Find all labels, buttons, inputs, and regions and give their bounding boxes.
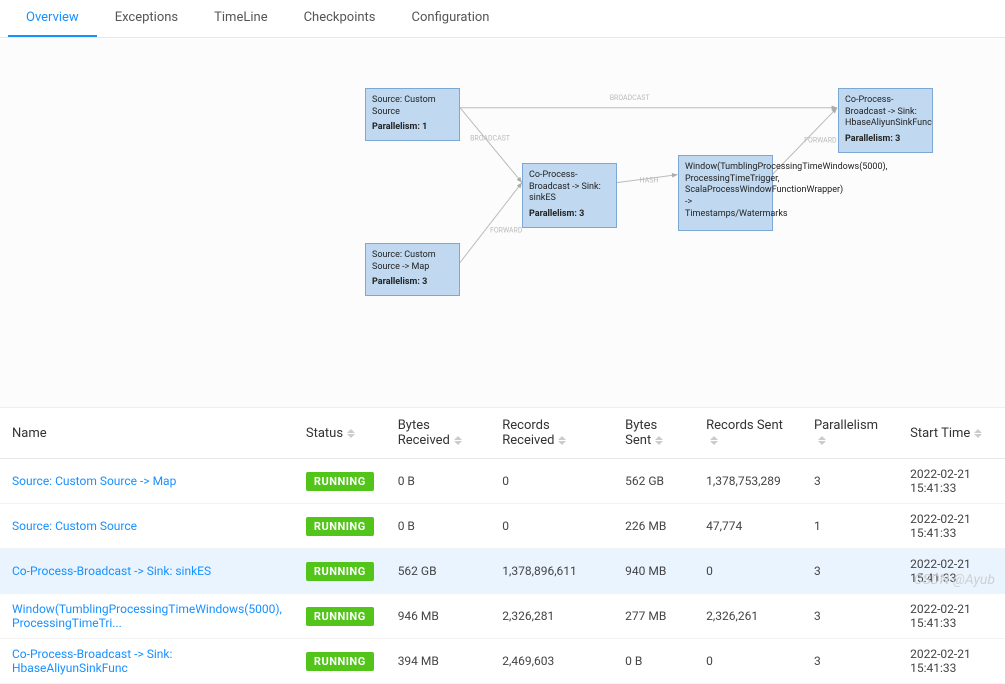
cell-start_time: 2022-02-21 15:41:33 [898, 549, 1005, 594]
graph-node[interactable]: Source: Custom Source -> Map Parallelism:… [365, 243, 460, 296]
cell-records_sent: 47,774 [694, 504, 802, 549]
status-badge: RUNNING [306, 607, 374, 626]
svg-text:BROADCAST: BROADCAST [470, 135, 510, 143]
tab-exceptions[interactable]: Exceptions [97, 0, 196, 37]
svg-text:BROADCAST: BROADCAST [610, 94, 650, 102]
cell-start_time: 2022-02-21 15:41:33 [898, 504, 1005, 549]
node-title: Window(TumblingProcessingTimeWindows(500… [685, 162, 766, 220]
sort-icon[interactable] [818, 436, 828, 445]
cell-parallelism: 3 [802, 639, 898, 684]
cell-start_time: 2022-02-21 15:41:33 [898, 639, 1005, 684]
table-row[interactable]: Source: Custom Source RUNNING 0 B0226 MB47… [0, 504, 1005, 549]
node-parallelism: Parallelism: 3 [845, 134, 926, 146]
node-title: Co-Process-Broadcast -> Sink: sinkES [529, 170, 610, 205]
node-parallelism: Parallelism: 3 [372, 277, 453, 289]
node-title: Co-Process-Broadcast -> Sink: HbaseAliyu… [845, 95, 926, 130]
sort-icon[interactable] [655, 436, 665, 445]
tab-checkpoints[interactable]: Checkpoints [286, 0, 394, 37]
cell-records_received: 2,469,603 [490, 639, 613, 684]
cell-bytes_received: 0 B [386, 459, 491, 504]
graph-node[interactable]: Window(TumblingProcessingTimeWindows(500… [678, 155, 773, 231]
col-records-sent[interactable]: Records Sent [694, 408, 802, 459]
cell-start_time: 2022-02-21 15:41:33 [898, 594, 1005, 639]
svg-text:HASH: HASH [640, 177, 659, 185]
svg-text:FORWARD: FORWARD [490, 226, 523, 234]
status-badge: RUNNING [306, 652, 374, 671]
table-row[interactable]: Co-Process-Broadcast -> Sink: sinkES RUNN… [0, 549, 1005, 594]
cell-parallelism: 1 [802, 504, 898, 549]
sort-icon[interactable] [558, 436, 568, 445]
status-badge: RUNNING [306, 472, 374, 491]
cell-records_sent: 0 [694, 549, 802, 594]
cell-bytes_sent: 226 MB [613, 504, 694, 549]
cell-records_sent: 2,326,261 [694, 594, 802, 639]
sort-icon[interactable] [710, 436, 720, 445]
col-records-received[interactable]: Records Received [490, 408, 613, 459]
operator-link[interactable]: Co-Process-Broadcast -> Sink: HbaseAliyu… [12, 647, 172, 675]
graph-node[interactable]: Co-Process-Broadcast -> Sink: HbaseAliyu… [838, 88, 933, 153]
col-bytes-received[interactable]: Bytes Received [386, 408, 491, 459]
cell-bytes_received: 394 MB [386, 639, 491, 684]
col-status[interactable]: Status [294, 408, 386, 459]
operators-table: Name Status Bytes Received Records Recei… [0, 408, 1005, 684]
tab-bar: OverviewExceptionsTimeLineCheckpointsCon… [0, 0, 1005, 38]
operator-link[interactable]: Window(TumblingProcessingTimeWindows(500… [12, 602, 282, 630]
cell-records_received: 0 [490, 459, 613, 504]
node-parallelism: Parallelism: 3 [529, 209, 610, 221]
col-bytes-sent[interactable]: Bytes Sent [613, 408, 694, 459]
node-parallelism: Parallelism: 1 [372, 122, 453, 134]
cell-bytes_received: 562 GB [386, 549, 491, 594]
cell-bytes_sent: 940 MB [613, 549, 694, 594]
sort-icon[interactable] [454, 436, 464, 445]
cell-records_received: 1,378,896,611 [490, 549, 613, 594]
cell-bytes_received: 946 MB [386, 594, 491, 639]
cell-records_sent: 1,378,753,289 [694, 459, 802, 504]
tab-timeline[interactable]: TimeLine [196, 0, 285, 37]
cell-bytes_sent: 277 MB [613, 594, 694, 639]
node-title: Source: Custom Source -> Map [372, 250, 453, 273]
cell-bytes_received: 0 B [386, 504, 491, 549]
operator-link[interactable]: Co-Process-Broadcast -> Sink: sinkES [12, 564, 211, 578]
operator-link[interactable]: Source: Custom Source -> Map [12, 474, 176, 488]
cell-parallelism: 3 [802, 549, 898, 594]
graph-node[interactable]: Co-Process-Broadcast -> Sink: sinkES Para… [522, 163, 617, 228]
col-start-time[interactable]: Start Time [898, 408, 1005, 459]
job-graph[interactable]: BROADCAST HASH FORWARD BROADCAST FORWARD Sou… [0, 38, 1005, 408]
table-row[interactable]: Source: Custom Source -> Map RUNNING 0 B05… [0, 459, 1005, 504]
cell-start_time: 2022-02-21 15:41:33 [898, 459, 1005, 504]
cell-bytes_sent: 562 GB [613, 459, 694, 504]
svg-text:FORWARD: FORWARD [804, 137, 837, 145]
cell-records_received: 0 [490, 504, 613, 549]
operator-link[interactable]: Source: Custom Source [12, 519, 137, 533]
tab-configuration[interactable]: Configuration [394, 0, 508, 37]
node-title: Source: Custom Source [372, 95, 453, 118]
col-name[interactable]: Name [0, 408, 294, 459]
cell-bytes_sent: 0 B [613, 639, 694, 684]
cell-records_received: 2,326,281 [490, 594, 613, 639]
sort-icon[interactable] [347, 429, 357, 438]
cell-parallelism: 3 [802, 459, 898, 504]
cell-parallelism: 3 [802, 594, 898, 639]
status-badge: RUNNING [306, 517, 374, 536]
sort-icon[interactable] [974, 429, 984, 438]
graph-node[interactable]: Source: Custom Source Parallelism: 1 [365, 88, 460, 141]
cell-records_sent: 0 [694, 639, 802, 684]
tab-overview[interactable]: Overview [8, 0, 97, 37]
status-badge: RUNNING [306, 562, 374, 581]
col-parallelism[interactable]: Parallelism [802, 408, 898, 459]
table-row[interactable]: Window(TumblingProcessingTimeWindows(500… [0, 594, 1005, 639]
table-row[interactable]: Co-Process-Broadcast -> Sink: HbaseAliyu… [0, 639, 1005, 684]
